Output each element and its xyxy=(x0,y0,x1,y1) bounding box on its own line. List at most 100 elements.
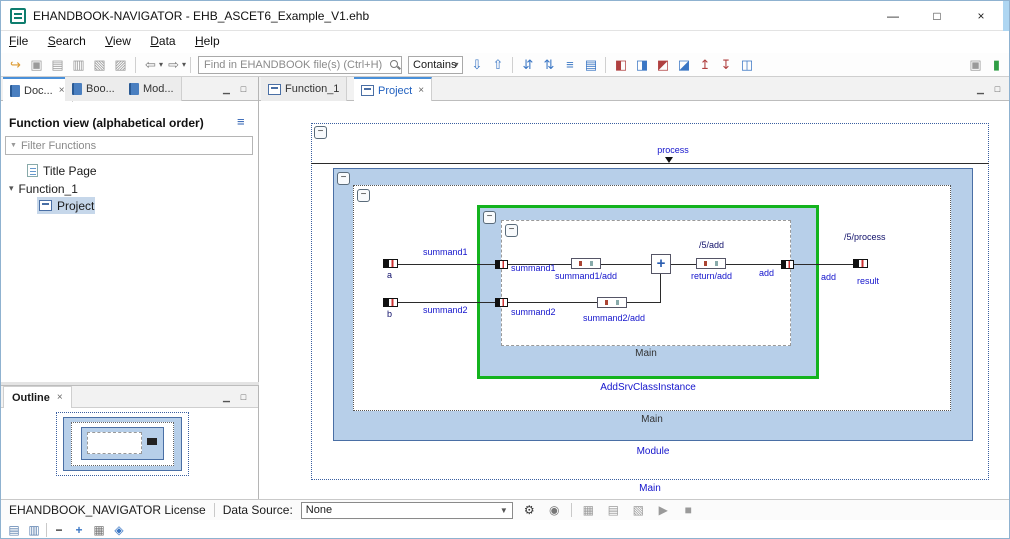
find-next-icon[interactable]: ⇩ xyxy=(467,55,486,74)
process-line xyxy=(311,163,989,164)
call-summand2-add[interactable] xyxy=(597,297,627,308)
search-input[interactable] xyxy=(198,55,403,74)
minimize-button[interactable]: — xyxy=(871,1,915,31)
eye-icon[interactable]: ◉ xyxy=(546,502,563,519)
experiment-grid-icon[interactable]: ▦ xyxy=(580,502,597,519)
tree-item-project[interactable]: Project xyxy=(39,197,94,214)
menu-data[interactable]: Data xyxy=(142,31,183,51)
panel-maximize-icon[interactable]: □ xyxy=(990,82,1005,96)
collapse-button-module-main[interactable]: − xyxy=(357,189,370,202)
diagram-canvas[interactable]: process + a b summand1 summand2 summand1… xyxy=(259,101,1009,499)
panel-minimize-icon[interactable]: ▁ xyxy=(973,82,988,96)
collapse-button-instance-main[interactable]: − xyxy=(505,224,518,237)
collapse-button-module[interactable]: − xyxy=(337,172,350,185)
tab-project[interactable]: Project × xyxy=(354,77,433,102)
close-icon[interactable]: × xyxy=(57,392,63,403)
tab-bookmarks[interactable]: Boo... xyxy=(65,77,123,101)
label-a: a xyxy=(387,270,393,280)
wire-summand2-up xyxy=(660,274,661,303)
block-instance-main[interactable] xyxy=(501,220,791,346)
tree-item-label: Project xyxy=(57,198,95,213)
tab-documents[interactable]: Doc... × xyxy=(3,77,73,102)
collapse-all-icon[interactable]: ⇅ xyxy=(539,55,558,74)
label-return-add: return/add xyxy=(690,271,733,281)
back-caret-icon[interactable]: ▾ xyxy=(159,60,163,69)
menu-view[interactable]: View xyxy=(97,31,139,51)
label-summand2-port: summand2 xyxy=(511,307,556,317)
menu-help[interactable]: Help xyxy=(187,31,228,51)
goto-child-icon[interactable]: ↧ xyxy=(716,55,735,74)
collapse-button-instance[interactable]: − xyxy=(483,211,496,224)
tree-view-icon[interactable]: ≡ xyxy=(560,55,579,74)
bottom-separator xyxy=(46,523,47,537)
zoom-fit-icon[interactable]: ◈ xyxy=(111,522,127,538)
panel-maximize-icon[interactable]: □ xyxy=(236,82,251,96)
import-icon[interactable]: ↪ xyxy=(6,55,25,74)
zoom-level-icon[interactable]: ▦ xyxy=(91,522,107,538)
layout-icon[interactable]: ▧ xyxy=(630,502,647,519)
filter-input[interactable]: ▼ Filter Functions xyxy=(5,136,253,155)
input-port-b[interactable] xyxy=(383,298,398,307)
toolbar-separator xyxy=(605,56,607,73)
overlay-diagram-icon[interactable]: ◩ xyxy=(653,55,672,74)
copy-icon[interactable]: ▧ xyxy=(90,55,109,74)
save-icon[interactable]: ▣ xyxy=(27,55,46,74)
stop-icon[interactable]: ■ xyxy=(680,502,697,519)
pin-diagram-icon[interactable]: ◪ xyxy=(674,55,693,74)
paste-icon[interactable]: ▨ xyxy=(111,55,130,74)
data-source-dropdown[interactable]: None ▼ xyxy=(300,501,513,519)
input-port-a[interactable] xyxy=(383,259,398,268)
contains-dropdown[interactable]: Contains ▾ xyxy=(408,55,464,74)
tree-item-title-page[interactable]: Title Page xyxy=(27,162,97,179)
zoom-in-icon[interactable]: + xyxy=(71,522,87,538)
editor-tabrow: Function_1 Project × ▁ □ xyxy=(259,77,1009,102)
gear-icon[interactable]: ⚙ xyxy=(521,502,538,519)
export-icon[interactable]: ▥ xyxy=(69,55,88,74)
play-icon[interactable]: ▶ xyxy=(655,502,672,519)
call-summand1-add[interactable] xyxy=(571,258,601,269)
label-summand2-wire: summand2 xyxy=(423,305,468,315)
menu-file[interactable]: File xyxy=(1,31,36,51)
editor-layout-icon[interactable]: ▣ xyxy=(966,55,985,74)
port-summand2[interactable] xyxy=(495,298,508,307)
zoom-out-icon[interactable]: − xyxy=(51,522,67,538)
expand-all-icon[interactable]: ⇵ xyxy=(518,55,537,74)
filter-funnel-icon: ▼ xyxy=(10,142,17,149)
sync-diagram-icon[interactable]: ◨ xyxy=(632,55,651,74)
view-menu-icon[interactable]: ≡ xyxy=(237,114,245,129)
maximize-button[interactable]: □ xyxy=(915,1,959,31)
close-button[interactable]: × xyxy=(959,1,1003,31)
tab-outline[interactable]: Outline × xyxy=(3,386,72,408)
link-diagram-icon[interactable]: ◧ xyxy=(611,55,630,74)
goto-parent-icon[interactable]: ↥ xyxy=(695,55,714,74)
panel-view-icon-1[interactable]: ▤ xyxy=(6,522,22,538)
close-icon[interactable]: × xyxy=(418,85,424,96)
output-port-result[interactable] xyxy=(853,259,868,268)
chevron-down-icon[interactable]: ▾ xyxy=(9,183,14,194)
forward-caret-icon[interactable]: ▾ xyxy=(182,60,186,69)
find-previous-icon[interactable]: ⇧ xyxy=(488,55,507,74)
port-add-out[interactable] xyxy=(781,260,794,269)
panel-view-icon-2[interactable]: ▥ xyxy=(26,522,42,538)
panel-maximize-icon[interactable]: □ xyxy=(236,390,251,404)
compare-icon[interactable]: ◫ xyxy=(737,55,756,74)
panel-minimize-icon[interactable]: ▁ xyxy=(219,390,234,404)
tab-models[interactable]: Mod... xyxy=(122,77,182,101)
list-view-icon[interactable]: ▤ xyxy=(581,55,600,74)
menu-search[interactable]: Search xyxy=(40,31,94,51)
measure-table-icon[interactable]: ▤ xyxy=(605,502,622,519)
adder-block[interactable]: + xyxy=(651,254,671,274)
forward-icon[interactable]: ⇨ xyxy=(164,55,183,74)
call-return-add[interactable] xyxy=(696,258,726,269)
collapse-button-outer[interactable]: − xyxy=(314,126,327,139)
back-icon[interactable]: ⇦ xyxy=(141,55,160,74)
panel-minimize-icon[interactable]: ▁ xyxy=(219,82,234,96)
tree-item-function-1[interactable]: ▾ Function_1 xyxy=(9,180,78,197)
tab-function-1[interactable]: Function_1 xyxy=(261,77,348,101)
manual-book-icon[interactable]: ▮ xyxy=(987,55,1006,74)
print-icon[interactable]: ▤ xyxy=(48,55,67,74)
outline-panel: Outline × ▁ □ xyxy=(1,385,259,499)
window-title: EHANDBOOK-NAVIGATOR - EHB_ASCET6_Example… xyxy=(33,9,370,23)
port-summand1[interactable] xyxy=(495,260,508,269)
close-icon[interactable]: × xyxy=(59,85,65,96)
